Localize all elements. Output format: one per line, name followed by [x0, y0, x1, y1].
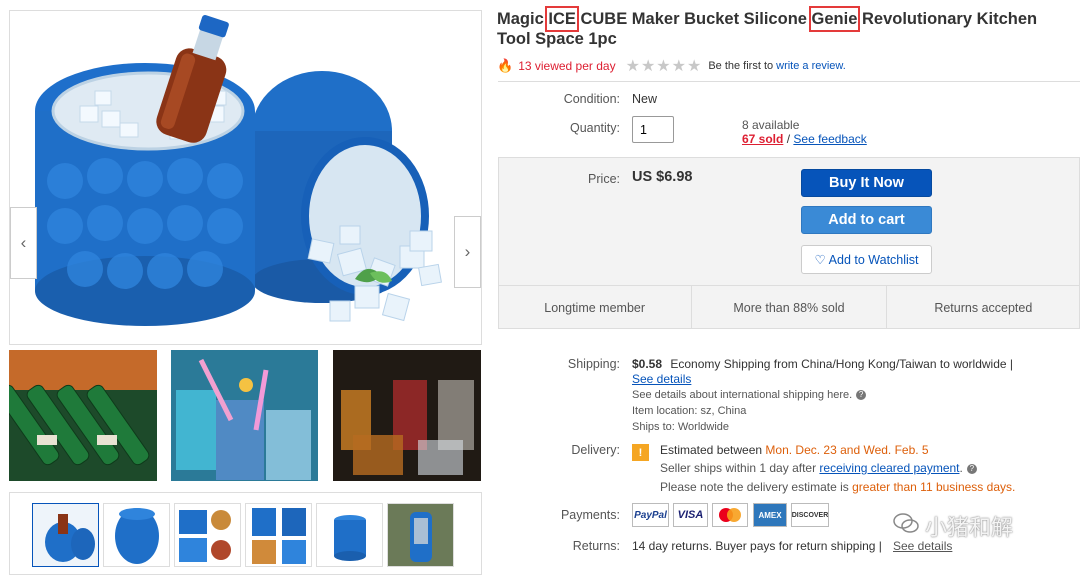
add-to-watchlist-button[interactable]: ♡ Add to Watchlist [801, 245, 932, 274]
discover-icon: DISCOVER [791, 503, 829, 527]
buy-it-now-button[interactable]: Buy It Now [801, 169, 932, 197]
ice-bucket-illustration [35, 14, 442, 326]
title-highlight-genie: Genie [808, 6, 861, 32]
thumbnail-4[interactable] [245, 503, 312, 567]
shipping-description: Economy Shipping from China/Hong Kong/Ta… [670, 357, 1014, 371]
watchlist-label: Add to Watchlist [828, 252, 919, 267]
badge-returns-accepted: Returns accepted [934, 300, 1033, 315]
flame-icon: 🔥 [497, 58, 514, 73]
seller-ships-text: Seller ships within 1 day after [660, 461, 820, 475]
separator: / [786, 132, 791, 146]
ships-to: Ships to: Worldwide [632, 421, 730, 433]
review-prompt: Be the first to [708, 60, 774, 72]
help-icon[interactable]: ? [966, 463, 977, 474]
quantity-input[interactable] [632, 116, 674, 143]
thumbnail-5[interactable] [316, 503, 383, 567]
item-location: Item location: sz, China [632, 405, 747, 417]
intl-shipping-text: See details about international shipping… [632, 389, 853, 401]
promo-image-whisky [333, 350, 481, 481]
condition-value: New [632, 92, 658, 106]
help-icon[interactable]: ? [856, 390, 867, 401]
promo-image-beer [9, 350, 157, 481]
quantity-label: Quantity: [569, 121, 620, 135]
delivery-estimate-prefix: Estimated between [660, 443, 766, 457]
watermark-text: 小猪和解 [925, 515, 1014, 540]
amex-icon: AMEX [753, 503, 787, 527]
returns-text: 14 day returns. Buyer pays for return sh… [632, 539, 882, 553]
shipping-see-details-link[interactable]: See details [632, 372, 691, 386]
price-value: US $6.98 [632, 169, 693, 185]
condition-label: Condition: [563, 92, 620, 106]
cleared-payment-link[interactable]: receiving cleared payment [819, 461, 959, 475]
intl-shipping-note: See details about international shipping… [632, 389, 867, 401]
delivery-note: Please note the delivery estimate is gre… [660, 480, 1015, 494]
chevron-right-icon: › [464, 242, 471, 261]
payments-label: Payments: [560, 508, 620, 522]
sold-count-link[interactable]: 67 sold [742, 132, 783, 146]
views-and-rating-row: 🔥 13 viewed per day ★★★★★ Be the first t… [497, 56, 846, 76]
divider [498, 81, 1080, 82]
write-review-link[interactable]: write a review. [776, 60, 846, 72]
seller-ships-period: . [959, 461, 963, 475]
shipping-cost: $0.58 [632, 357, 663, 371]
wechat-icon [893, 512, 919, 540]
badge-sold-percent: More than 88% sold [692, 286, 887, 329]
watermark: 小猪和解 [893, 510, 1013, 542]
gallery-prev-button[interactable]: ‹ [10, 207, 37, 279]
add-to-cart-button[interactable]: Add to cart [801, 206, 932, 234]
seller-ships-line: Seller ships within 1 day after receivin… [660, 461, 977, 475]
available-count: 8 available [742, 118, 800, 132]
delivery-dates: Mon. Dec. 23 and Wed. Feb. 5 [765, 443, 929, 457]
shipping-label: Shipping: [567, 357, 620, 371]
heart-icon: ♡ [814, 253, 826, 267]
delivery-flag-icon: ! [632, 444, 649, 461]
rating-stars[interactable]: ★★★★★ [626, 56, 703, 76]
delivery-label: Delivery: [571, 443, 620, 457]
title-highlight-ice: ICE [545, 6, 579, 32]
product-title: Magic ICE CUBE Maker Bucket Silicone Gen… [497, 6, 1072, 49]
badge-longtime-member: Longtime member [498, 286, 693, 329]
title-part: CUBE Maker Bucket Silicone [575, 10, 812, 28]
see-feedback-link[interactable]: See feedback [793, 132, 866, 146]
mastercard-icon [712, 503, 748, 527]
promo-image-drinks [171, 350, 318, 481]
delivery-estimate: Estimated between Mon. Dec. 23 and Wed. … [660, 443, 929, 457]
main-product-image[interactable]: ‹ › [9, 10, 482, 345]
sold-feedback-line: 67 sold / See feedback [742, 132, 867, 146]
seller-badges: Longtime member More than 88% sold Retur… [498, 285, 1080, 329]
thumbnail-2[interactable] [103, 503, 170, 567]
thumbnail-6[interactable] [387, 503, 454, 567]
title-part: Magic [497, 10, 549, 28]
shipping-line: $0.58 Economy Shipping from China/Hong K… [632, 357, 1013, 371]
paypal-icon: PayPal [632, 503, 669, 527]
gallery-next-button[interactable]: › [454, 216, 481, 288]
thumbnail-3[interactable] [174, 503, 241, 567]
returns-label: Returns: [572, 539, 620, 553]
delivery-note-text: Please note the delivery estimate is [660, 480, 853, 494]
visa-icon: VISA [673, 503, 708, 527]
chevron-left-icon: ‹ [20, 233, 27, 252]
price-label: Price: [588, 172, 620, 186]
views-per-day: 13 viewed per day [518, 59, 616, 73]
delivery-note-highlight: greater than 11 business days. [852, 480, 1016, 494]
thumbnail-1[interactable] [32, 503, 99, 567]
